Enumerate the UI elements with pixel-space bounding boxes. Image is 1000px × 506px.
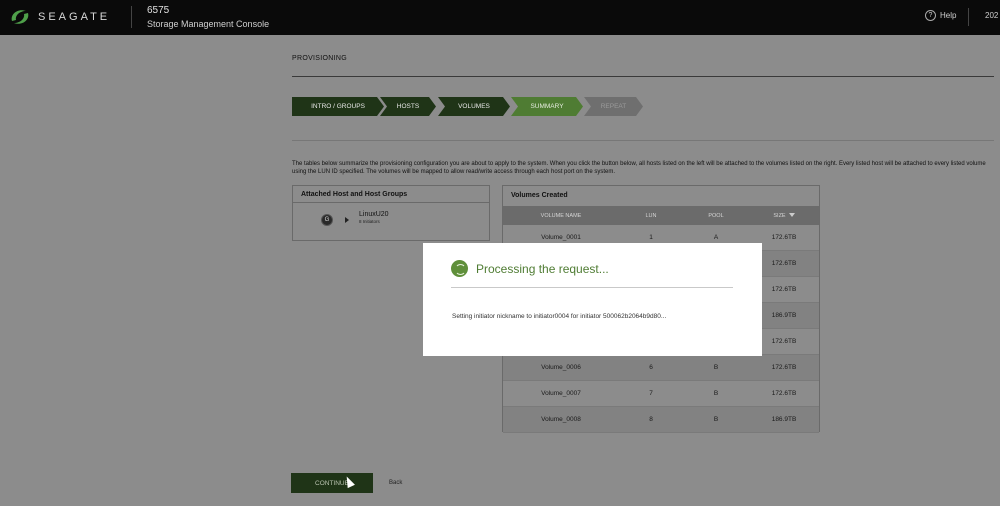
- spinner-icon: [451, 260, 468, 277]
- wizard-step-label: SUMMARY: [530, 103, 564, 110]
- col-lun[interactable]: LUN: [619, 206, 683, 225]
- size-cell: 186.9TB: [749, 406, 819, 433]
- size-cell: 172.6TB: [749, 354, 819, 381]
- header-year: 202: [985, 11, 999, 20]
- lun-cell: 6: [619, 354, 683, 381]
- table-row[interactable]: Volume_0008 8 B 186.9TB: [503, 406, 819, 433]
- processing-dialog: Processing the request... Setting initia…: [423, 243, 762, 356]
- top-bar: SEAGATE 6575 Storage Management Console …: [0, 0, 1000, 35]
- pool-cell: B: [683, 380, 749, 407]
- pool-cell: B: [683, 354, 749, 381]
- volume-name-cell: Volume_0007: [503, 380, 619, 407]
- summary-description: The tables below summarize the provision…: [292, 161, 986, 175]
- back-link[interactable]: Back: [389, 480, 402, 486]
- host-name: LinuxU20: [359, 211, 389, 218]
- page-title: PROVISIONING: [292, 55, 347, 62]
- col-volume-name[interactable]: VOLUME NAME: [503, 206, 619, 225]
- table-row[interactable]: Volume_0006 6 B 172.6TB: [503, 354, 819, 381]
- section-divider: [292, 140, 994, 141]
- col-size-label: SIZE: [773, 212, 786, 219]
- host-group-icon: G: [321, 214, 333, 226]
- volume-name-cell: Volume_0006: [503, 354, 619, 381]
- attached-hosts-title: Attached Host and Host Groups: [293, 186, 489, 203]
- volume-name-cell: Volume_0008: [503, 406, 619, 433]
- wizard-step-label: INTRO / GROUPS: [311, 103, 365, 110]
- attached-hosts-panel: Attached Host and Host Groups G LinuxU20…: [292, 185, 490, 241]
- title-divider: [292, 76, 994, 77]
- wizard-step-label: HOSTS: [396, 103, 420, 110]
- continue-button[interactable]: CONTINUE: [291, 473, 373, 493]
- wizard-step-label: VOLUMES: [458, 103, 490, 110]
- console-name: Storage Management Console: [147, 19, 270, 29]
- col-size[interactable]: SIZE: [749, 206, 819, 225]
- wizard-step-repeat[interactable]: REPEAT: [584, 97, 643, 116]
- table-header-row: VOLUME NAME LUN POOL SIZE: [503, 206, 819, 225]
- table-row[interactable]: Volume_0007 7 B 172.6TB: [503, 380, 819, 407]
- wizard-step-hosts[interactable]: HOSTS: [380, 97, 436, 116]
- col-pool[interactable]: POOL: [683, 206, 749, 225]
- lun-cell: 7: [619, 380, 683, 407]
- seagate-logo-icon: [11, 10, 29, 24]
- wizard-step-volumes[interactable]: VOLUMES: [438, 97, 510, 116]
- size-cell: 172.6TB: [749, 380, 819, 407]
- header-divider: [131, 6, 132, 28]
- dialog-divider: [451, 287, 733, 288]
- processing-message: Setting initiator nickname to initiator0…: [452, 313, 667, 320]
- brand-name: SEAGATE: [38, 11, 111, 23]
- processing-title: Processing the request...: [476, 262, 609, 276]
- host-row[interactable]: G LinuxU20 8 Initiators: [321, 211, 389, 226]
- help-label: Help: [940, 11, 957, 20]
- help-button[interactable]: ? Help: [925, 10, 956, 21]
- sort-desc-icon: [788, 213, 795, 218]
- pool-cell: B: [683, 406, 749, 433]
- lun-cell: 8: [619, 406, 683, 433]
- brand-logo: SEAGATE: [8, 6, 110, 28]
- expand-arrow-icon[interactable]: [345, 217, 349, 223]
- wizard-step-summary[interactable]: SUMMARY: [511, 97, 583, 116]
- header-divider-right: [968, 8, 969, 26]
- wizard-step-label: REPEAT: [600, 103, 627, 110]
- host-initiators-count: 8 Initiators: [359, 219, 380, 224]
- system-name: 6575: [147, 5, 170, 16]
- wizard-step-intro-groups[interactable]: INTRO / GROUPS: [292, 97, 384, 116]
- volumes-created-title: Volumes Created: [511, 192, 568, 199]
- help-icon: ?: [925, 10, 936, 21]
